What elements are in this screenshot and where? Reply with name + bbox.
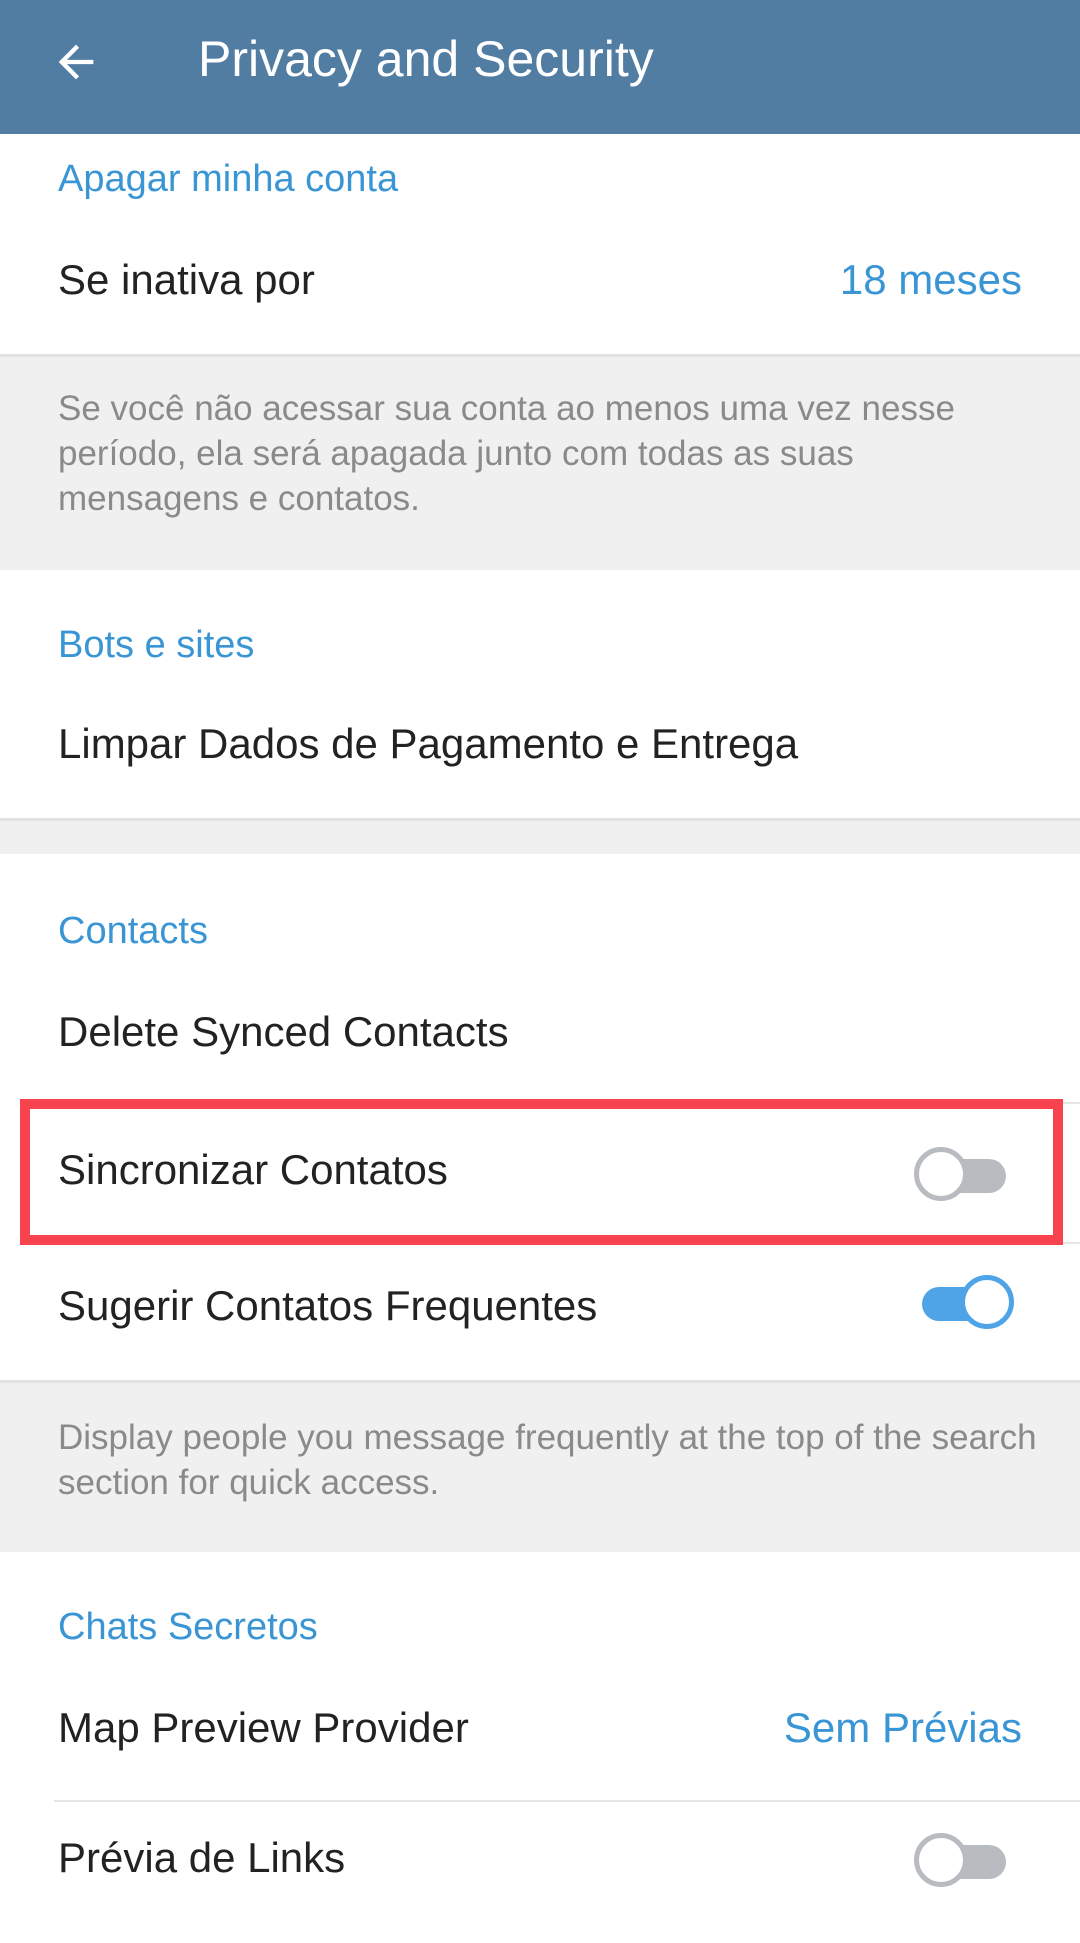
toggle-knob — [960, 1275, 1014, 1329]
map-preview-label: Map Preview Provider — [58, 1704, 469, 1751]
clear-payment-row[interactable]: Limpar Dados de Pagamento e Entrega — [0, 690, 1080, 818]
delete-account-info: Se você não acessar sua conta ao menos u… — [0, 357, 1080, 570]
toggle-knob — [914, 1147, 968, 1201]
map-preview-value: Sem Prévias — [783, 1704, 1022, 1751]
bots-section: Bots e sites Limpar Dados de Pagamento e… — [0, 570, 1080, 820]
secret-chats-section: Chats Secretos Map Preview Provider Sem … — [0, 1552, 1080, 1943]
delete-account-info-text: Se você não acessar sua conta ao menos u… — [58, 389, 955, 518]
page-title: Privacy and Security — [198, 31, 654, 87]
section-title-bots: Bots e sites — [58, 624, 255, 666]
clear-payment-label: Limpar Dados de Pagamento e Entrega — [58, 720, 799, 767]
suggest-contacts-toggle[interactable] — [914, 1270, 1014, 1330]
inactive-period-value: 18 meses — [839, 256, 1022, 303]
section-title-secret-chats: Chats Secretos — [58, 1606, 318, 1648]
contacts-section: Contacts Delete Synced Contacts Sincroni… — [0, 854, 1080, 1381]
delete-synced-contacts-label: Delete Synced Contacts — [58, 1008, 509, 1055]
contacts-info: Display people you message frequently at… — [0, 1383, 1080, 1551]
toggle-knob — [914, 1833, 968, 1887]
app-header: Privacy and Security — [0, 0, 1080, 134]
inactive-period-label: Se inativa por — [58, 256, 315, 303]
divider — [0, 818, 1080, 821]
map-preview-row[interactable]: Map Preview Provider Sem Prévias — [0, 1672, 1080, 1798]
suggest-contacts-label: Sugerir Contatos Frequentes — [58, 1282, 598, 1329]
sync-contacts-toggle[interactable] — [914, 1142, 1014, 1202]
sync-contacts-row[interactable]: Sincronizar Contatos — [0, 1104, 1080, 1240]
link-preview-label: Prévia de Links — [58, 1834, 346, 1881]
section-title-contacts: Contacts — [58, 910, 208, 952]
delete-account-section: Apagar minha conta Se inativa por 18 mes… — [0, 134, 1080, 354]
link-preview-row[interactable]: Prévia de Links — [0, 1802, 1080, 1938]
contacts-info-text: Display people you message frequently at… — [58, 1418, 1037, 1502]
suggest-contacts-row[interactable]: Sugerir Contatos Frequentes — [0, 1244, 1080, 1380]
privacy-security-screen: Privacy and Security Apagar minha conta … — [0, 0, 1080, 1943]
back-button[interactable] — [44, 30, 108, 94]
link-preview-toggle[interactable] — [914, 1828, 1014, 1888]
delete-synced-contacts-row[interactable]: Delete Synced Contacts — [0, 978, 1080, 1096]
arrow-left-icon — [58, 44, 94, 80]
section-title-delete-account: Apagar minha conta — [58, 158, 399, 200]
sync-contacts-label: Sincronizar Contatos — [58, 1146, 448, 1193]
inactive-period-row[interactable]: Se inativa por 18 meses — [0, 226, 1080, 354]
